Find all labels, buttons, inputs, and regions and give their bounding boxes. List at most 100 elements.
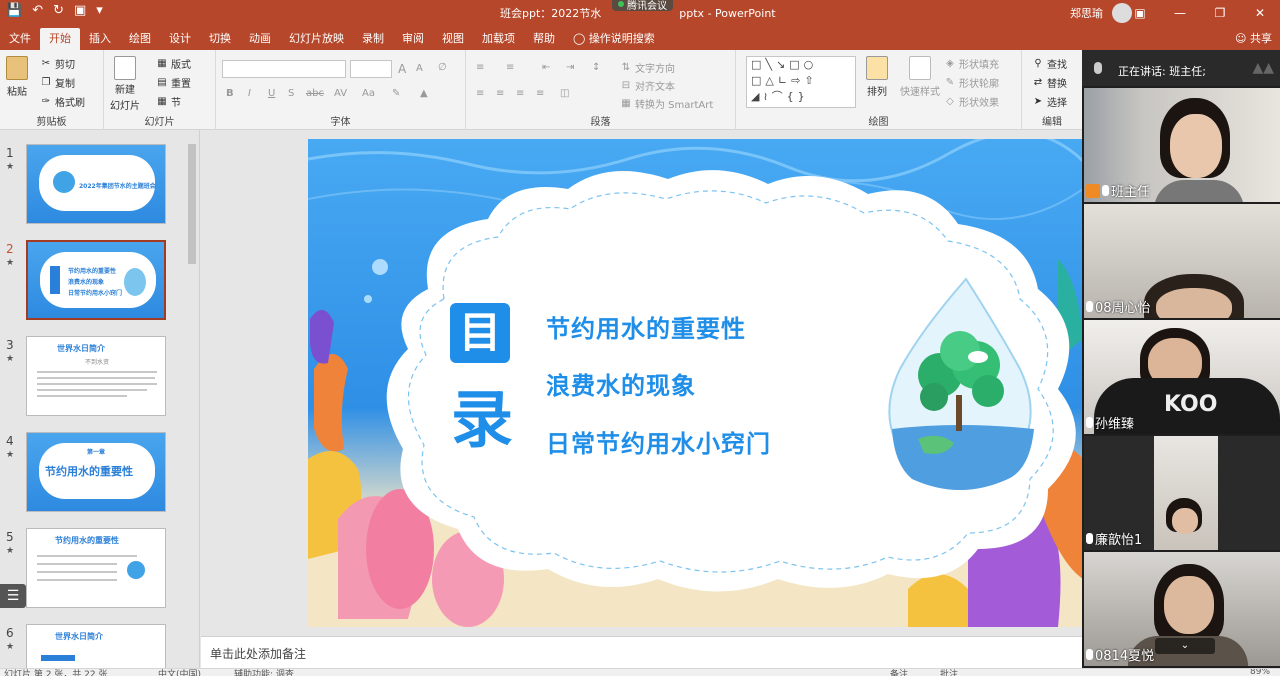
accessibility-indicator[interactable]: 辅助功能: 调查 [234, 669, 294, 676]
shape-fill-button[interactable]: ◈ 形状填充 [944, 56, 999, 72]
shape-up-arrow-icon[interactable]: ⇧ [804, 74, 817, 87]
tab-addins[interactable]: 加载项 [473, 28, 524, 50]
highlight-icon[interactable]: ✎ [392, 88, 400, 99]
copy-button[interactable]: ❐ 复制 [40, 75, 75, 91]
scrollbar-thumb[interactable] [188, 144, 196, 264]
shape-brace-right-icon[interactable]: } [798, 90, 809, 103]
shape-brace-left-icon[interactable]: { [787, 90, 798, 103]
current-slide[interactable]: 目 录 节约用水的重要性 浪费水的现象 日常节约用水小窍门 [308, 139, 1083, 627]
numbering-icon[interactable]: ≡ [506, 62, 514, 73]
notes-toggle[interactable]: 备注 [890, 669, 908, 676]
collapse-video-button[interactable]: ⌄ [1155, 638, 1215, 654]
language-indicator[interactable]: 中文(中国) [158, 669, 201, 676]
tab-view[interactable]: 视图 [433, 28, 473, 50]
line-spacing-icon[interactable]: ↕ [592, 62, 600, 73]
strikethrough-button[interactable]: abc [306, 88, 324, 99]
smartart-button[interactable]: ▦ 转换为 SmartArt [620, 96, 713, 112]
save-icon[interactable]: 💾 [6, 3, 22, 18]
shape-outline-button[interactable]: ✎ 形状轮廓 [944, 75, 999, 91]
font-color-icon[interactable]: ▲ [420, 88, 428, 99]
align-text-button[interactable]: ⊟ 对齐文本 [620, 78, 675, 94]
undo-icon[interactable]: ↶ [32, 3, 43, 18]
shape-triangle-icon[interactable]: △ [765, 74, 777, 87]
thumbnail-slide-6[interactable]: 6 ★ 世界水日简介 [0, 624, 184, 668]
restore-icon[interactable]: ❐ [1200, 0, 1240, 26]
italic-button[interactable]: I [248, 88, 251, 99]
shape-oval-icon[interactable]: ○ [804, 58, 818, 71]
decrease-font-button[interactable]: A [416, 63, 423, 74]
thumbnail-slide-4[interactable]: 4 ★ 第一章 节约用水的重要性 [0, 432, 184, 516]
shape-rect-icon[interactable]: □ [789, 58, 803, 71]
layout-button[interactable]: ▦ 版式 [156, 56, 191, 72]
thumbnail-scrollbar[interactable] [186, 132, 198, 668]
thumbnail-slide-2[interactable]: 2 ★ 节约用水的重要性 浪费水的现象 日常节约用水小窍门 [0, 240, 184, 324]
align-left-icon[interactable]: ≡ [476, 88, 484, 99]
shape-elbow-icon[interactable]: ∟ [778, 74, 791, 87]
increase-indent-icon[interactable]: ⇥ [566, 62, 574, 73]
new-slide-button[interactable]: 新建 幻灯片 [110, 56, 140, 112]
notes-pane[interactable]: 单击此处添加备注 [201, 636, 1082, 668]
close-icon[interactable]: ✕ [1240, 0, 1280, 26]
format-painter-button[interactable]: ✑ 格式刷 [40, 94, 85, 110]
shape-arc-icon[interactable]: ⌒ [772, 90, 787, 103]
underline-button[interactable]: U [268, 88, 275, 99]
font-name-combo[interactable] [222, 60, 346, 78]
replace-button[interactable]: ⇄ 替换 [1032, 75, 1067, 91]
thumbnail-slide-1[interactable]: 1 ★ 2022年集团节水的主题班会 [0, 144, 184, 228]
font-size-combo[interactable] [350, 60, 392, 78]
shape-freeform-icon[interactable]: ◢ [751, 90, 763, 103]
bold-button[interactable]: B [226, 88, 234, 99]
change-case-button[interactable]: Aa [362, 88, 375, 99]
video-tile-1[interactable]: 班主任 [1084, 88, 1280, 202]
tab-review[interactable]: 审阅 [393, 28, 433, 50]
tab-insert[interactable]: 插入 [80, 28, 120, 50]
comments-toggle[interactable]: 批注 [940, 669, 958, 676]
find-button[interactable]: ⚲ 查找 [1032, 56, 1067, 72]
align-center-icon[interactable]: ≡ [496, 88, 504, 99]
thumbnail-slide-5[interactable]: 5 ★ 节约用水的重要性 [0, 528, 184, 612]
section-button[interactable]: ▦ 节 [156, 94, 181, 110]
shape-line-icon[interactable]: ╲ [765, 58, 776, 71]
tab-home[interactable]: 开始 [40, 28, 80, 50]
clear-format-icon[interactable]: ∅ [438, 62, 447, 73]
tab-design[interactable]: 设计 [160, 28, 200, 50]
bullets-icon[interactable]: ≡ [476, 62, 484, 73]
thumbnail-slide-3[interactable]: 3 ★ 世界水日简介 不到水资 [0, 336, 184, 420]
text-direction-button[interactable]: ⇅ 文字方向 [620, 60, 675, 76]
user-name[interactable]: 郑思瑜 [1070, 5, 1103, 21]
ribbon-display-icon[interactable]: ▣ [1120, 0, 1160, 26]
video-tile-3[interactable]: KOO 孙维臻 [1084, 320, 1280, 434]
share-button[interactable]: ☺ 共享 [1235, 30, 1272, 46]
select-button[interactable]: ➤ 选择 [1032, 94, 1067, 110]
increase-font-button[interactable]: A [398, 62, 406, 76]
tab-record[interactable]: 录制 [353, 28, 393, 50]
tab-help[interactable]: 帮助 [524, 28, 564, 50]
shape-arrow-icon[interactable]: ↘ [776, 58, 789, 71]
tab-animations[interactable]: 动画 [240, 28, 280, 50]
outline-toggle-button[interactable]: ☰ [0, 584, 26, 608]
tab-file[interactable]: 文件 [0, 28, 40, 50]
quick-styles-button[interactable]: 快速样式 [900, 56, 940, 98]
columns-icon[interactable]: ◫ [560, 88, 569, 99]
arrange-button[interactable]: 排列 [866, 56, 888, 98]
shape-effects-button[interactable]: ◇ 形状效果 [944, 94, 999, 110]
char-spacing-button[interactable]: AV [334, 88, 347, 99]
justify-icon[interactable]: ≡ [536, 88, 544, 99]
tab-slideshow[interactable]: 幻灯片放映 [280, 28, 353, 50]
shape-curve-icon[interactable]: ≀ [763, 90, 771, 103]
zoom-level[interactable]: 89% [1250, 669, 1270, 676]
decrease-indent-icon[interactable]: ⇤ [542, 62, 550, 73]
paste-button[interactable]: 粘贴 [6, 56, 28, 98]
present-icon[interactable]: ▣ [74, 3, 86, 18]
video-tile-2[interactable]: 08周心怡 [1084, 204, 1280, 318]
tell-me-search[interactable]: ◯ 操作说明搜索 [564, 28, 664, 50]
video-tile-4[interactable]: 廉歆怡1 [1084, 436, 1280, 550]
customize-qat-icon[interactable]: ▾ [96, 3, 103, 18]
shapes-gallery[interactable]: □╲↘□○ □△∟⇨⇧ ◢≀⌒{} [746, 56, 856, 108]
shape-right-arrow-icon[interactable]: ⇨ [791, 74, 804, 87]
reset-button[interactable]: ▤ 重置 [156, 75, 191, 91]
align-right-icon[interactable]: ≡ [516, 88, 524, 99]
cut-button[interactable]: ✂ 剪切 [40, 56, 75, 72]
tab-transitions[interactable]: 切换 [200, 28, 240, 50]
tab-draw[interactable]: 绘图 [120, 28, 160, 50]
